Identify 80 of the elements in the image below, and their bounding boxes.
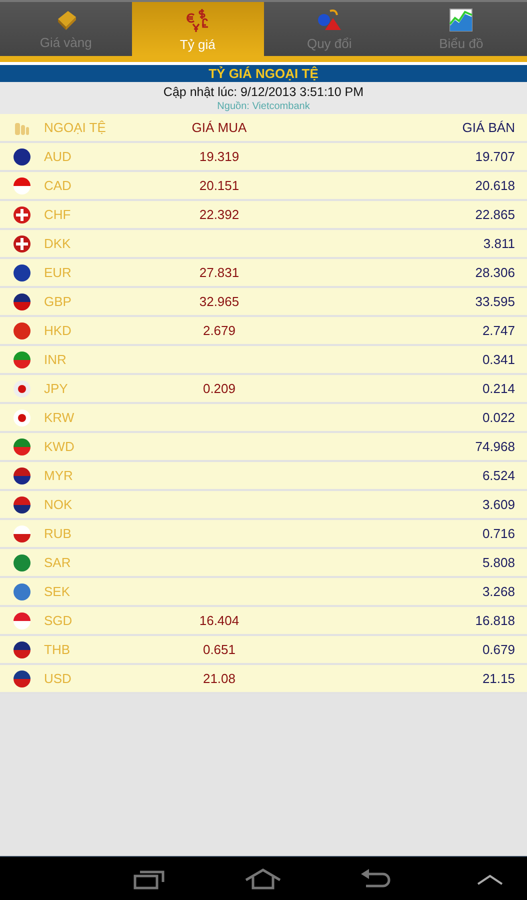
sell-price: 21.15 [482, 671, 515, 686]
currency-code: INR [44, 352, 68, 367]
buy-price: 22.392 [199, 207, 240, 222]
buy-price: 2.679 [202, 323, 236, 338]
flag-icon [13, 206, 31, 224]
sell-price: 20.618 [475, 178, 515, 193]
currency-code: DKK [44, 236, 72, 251]
sell-price: 3.268 [482, 584, 515, 599]
currency-code: THB [44, 642, 71, 657]
currency-code: JPY [44, 381, 69, 396]
flag-icon [13, 380, 31, 398]
currency-code: CAD [44, 178, 72, 193]
currency-code: EUR [44, 265, 72, 280]
flag-icon [13, 350, 31, 368]
flag-icon [13, 176, 31, 194]
flag-icon [13, 582, 31, 600]
sell-price: 16.818 [475, 613, 515, 628]
flag-icon [13, 612, 31, 630]
currency-code: RUB [44, 526, 72, 541]
sell-price: 3.811 [483, 236, 515, 251]
currency-code: CHF [44, 207, 72, 222]
shapes-icon [316, 8, 342, 32]
currency-code: HKD [44, 323, 72, 338]
flag-icon [13, 466, 31, 484]
chevron-up-icon[interactable] [477, 872, 503, 884]
buy-price: 20.151 [199, 178, 240, 193]
buy-price: 19.319 [199, 149, 240, 164]
currency-code: MYR [44, 468, 74, 483]
buy-price: 27.831 [199, 265, 240, 280]
sell-price: 33.595 [475, 294, 515, 309]
currency-code: AUD [44, 149, 72, 164]
buy-price: 0.209 [202, 381, 236, 396]
currency-code: GBP [44, 294, 72, 309]
buy-price: 16.404 [199, 613, 240, 628]
flag-icon [13, 496, 31, 514]
currency-code: USD [44, 671, 72, 686]
flag-icon [13, 234, 31, 252]
tab[interactable]: Tỷ giá [132, 2, 264, 56]
chart-icon [449, 8, 474, 32]
buy-price: 0.651 [202, 642, 236, 657]
flag-icon [13, 408, 31, 426]
flag-icon [13, 438, 31, 456]
buy-price: 21.08 [202, 671, 236, 686]
sell-price: 0.022 [482, 410, 515, 425]
sell-price: 0.716 [482, 526, 515, 541]
currency-code: NOK [44, 497, 74, 512]
currency-code: KRW [44, 410, 76, 425]
currency-code: SAR [44, 555, 72, 570]
sell-price: 3.609 [482, 497, 515, 512]
currency-code: KWD [44, 439, 76, 454]
sell-price: 5.808 [482, 555, 515, 570]
sell-price: 74.968 [475, 439, 515, 454]
flag-icon [13, 670, 31, 688]
sell-price: 19.707 [475, 149, 515, 164]
column-header: GIÁ BÁN [462, 120, 515, 135]
flag-icon [13, 554, 31, 572]
currency-symbols-icon [184, 6, 211, 32]
flag-icon [13, 640, 31, 658]
flag-icon [13, 264, 31, 282]
column-header: NGOẠI TỆ [44, 120, 107, 135]
sell-price: 0.341 [482, 352, 515, 367]
source-text: Nguồn: Vietcombank [217, 100, 310, 113]
sell-price: 28.306 [475, 265, 515, 280]
sell-price: 0.214 [482, 381, 515, 396]
column-header: GIÁ MUA [192, 120, 247, 135]
currency-code: SEK [44, 584, 72, 599]
sell-price: 22.865 [475, 207, 515, 222]
flag-icon [13, 292, 31, 310]
flag-icon [13, 322, 31, 340]
back-icon[interactable] [361, 868, 391, 890]
home-icon[interactable] [245, 868, 281, 890]
flag-icon [13, 524, 31, 542]
sell-price: 2.747 [482, 323, 515, 338]
table-title: TỶ GIÁ NGOẠI TỆ [0, 65, 527, 82]
sell-price: 6.524 [482, 468, 515, 483]
update-time: Cập nhật lúc: 9/12/2013 3:51:10 PM [163, 84, 364, 100]
currency-code: SGD [44, 613, 74, 628]
sell-price: 0.679 [482, 642, 515, 657]
flag-icon [13, 148, 31, 166]
buy-price: 32.965 [199, 294, 240, 309]
